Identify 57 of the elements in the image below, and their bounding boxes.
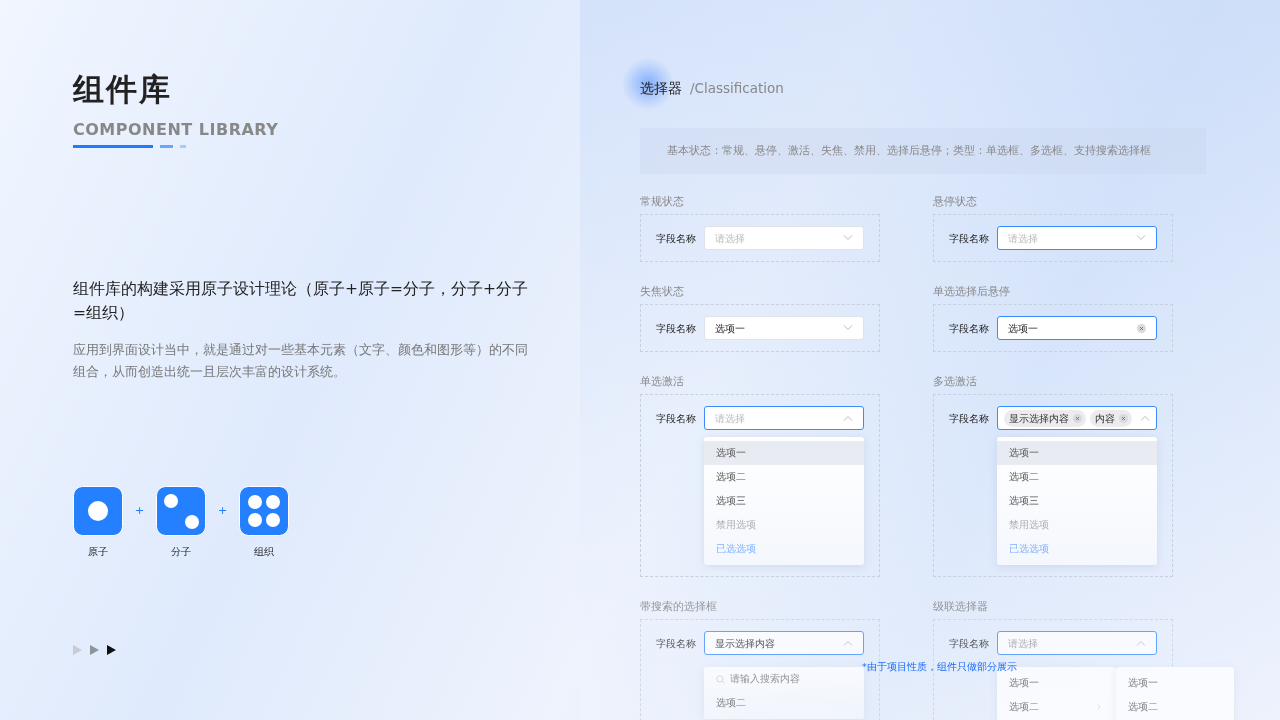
- menu-option[interactable]: 选项二: [1115, 695, 1234, 720]
- state-title: 带搜索的选择框: [640, 600, 718, 614]
- menu-option[interactable]: 选项一: [997, 441, 1157, 466]
- remove-icon: [1119, 413, 1128, 423]
- page-subtitle: COMPONENT LIBRARY: [73, 119, 279, 142]
- state-title: 失焦状态: [640, 285, 685, 299]
- menu-option[interactable]: 选项二: [704, 691, 864, 716]
- select-field[interactable]: 显示选择内容: [704, 631, 864, 656]
- state-title: 单选选择后悬停: [933, 285, 1011, 299]
- field-label: 字段名称: [656, 636, 697, 651]
- plus-sign: +: [133, 503, 146, 519]
- menu-option[interactable]: 选项一: [704, 441, 864, 466]
- menu-option[interactable]: 选项一: [997, 671, 1116, 696]
- notice-text: 基本状态：常规、悬停、激活、失焦、禁用、选择后悬停；类型：单选框、多选框、支持搜索选择框: [640, 128, 1206, 175]
- menu-option[interactable]: 选项二: [997, 465, 1157, 490]
- select-field[interactable]: 选项一: [704, 316, 864, 341]
- icon-label: 组织: [254, 545, 274, 559]
- field-label: 字段名称: [949, 411, 990, 426]
- plus-sign: +: [216, 503, 229, 519]
- field-label: 字段名称: [949, 636, 990, 651]
- menu-option: 禁用选项: [997, 513, 1157, 538]
- select-field[interactable]: 选项一: [997, 316, 1157, 341]
- intro-heading: 组件库的构建采用原子设计理论（原子+原子=分子，分子+分子=组织）: [73, 279, 529, 325]
- menu-option[interactable]: 选项一: [1115, 671, 1234, 696]
- section-subtitle: /Classification: [690, 79, 784, 98]
- menu-option: 禁用选项: [704, 513, 864, 538]
- section-title: 选择器: [640, 79, 682, 98]
- menu-option[interactable]: 选项三: [997, 489, 1157, 514]
- dots-icon: [156, 486, 206, 536]
- field-label: 字段名称: [656, 231, 697, 246]
- field-label: 字段名称: [949, 321, 990, 336]
- field-label: 字段名称: [656, 411, 697, 426]
- state-title: 常规状态: [640, 195, 685, 209]
- icon-label: 原子: [88, 545, 108, 559]
- tag-chip[interactable]: 内容: [1090, 409, 1132, 427]
- search-field[interactable]: 请输入搜索内容: [730, 672, 850, 687]
- state-title: 级联选择器: [933, 600, 989, 614]
- state-title: 单选激活: [640, 375, 685, 389]
- intro-description: 应用到界面设计当中，就是通过对一些基本元素（文字、颜色和图形等）的不同组合，从而创造出统一且层次丰富的设计系统。: [73, 341, 528, 381]
- select-field[interactable]: 显示选择内容 内容: [997, 406, 1157, 431]
- remove-icon: [1073, 413, 1082, 423]
- page-title: 组件库: [73, 72, 173, 107]
- dots-icon: [239, 486, 289, 536]
- menu-option[interactable]: 选项二: [997, 695, 1116, 720]
- footnote-text: *由于项目性质，组件只做部分展示: [862, 660, 1017, 674]
- field-label: 字段名称: [656, 321, 697, 336]
- icon-label: 分子: [171, 545, 191, 559]
- menu-option[interactable]: 选项三: [704, 489, 864, 514]
- search-icon: [716, 674, 725, 684]
- tag-chip[interactable]: 显示选择内容: [1004, 409, 1086, 427]
- accent-bar: [180, 145, 186, 149]
- state-title: 悬停状态: [933, 195, 978, 209]
- field-label: 字段名称: [949, 231, 990, 246]
- state-title: 多选激活: [933, 375, 978, 389]
- accent-bar: [160, 145, 173, 149]
- menu-option[interactable]: 选项二: [704, 465, 864, 490]
- play-icon[interactable]: [107, 645, 116, 655]
